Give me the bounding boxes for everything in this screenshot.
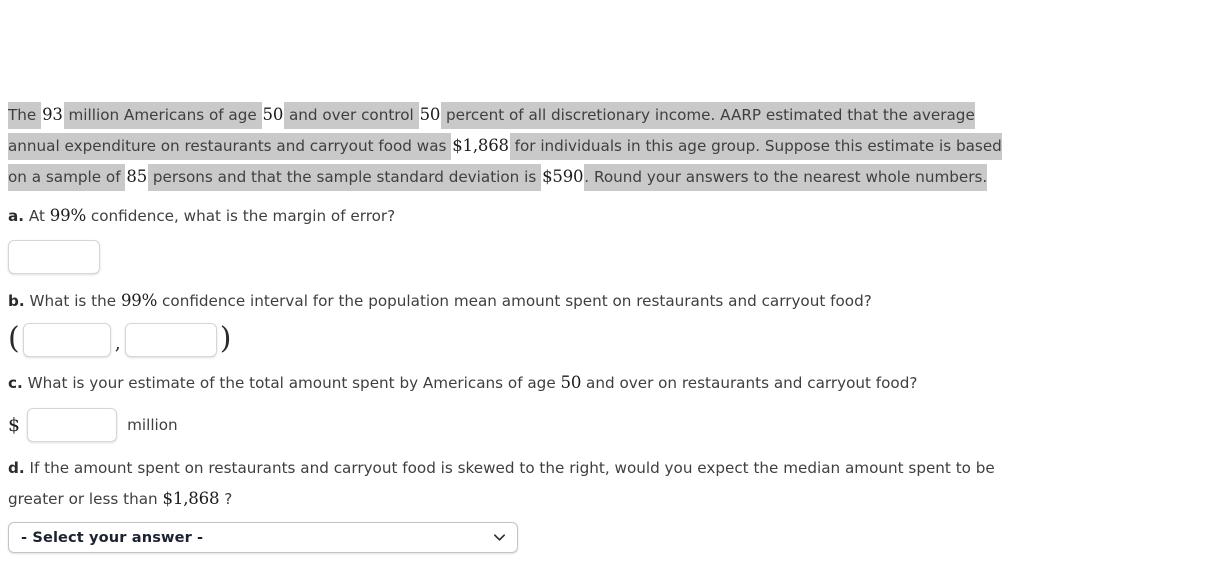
margin-of-error-input[interactable] <box>8 240 100 274</box>
question-c-text-after: and over on restaurants and carryout foo… <box>581 374 918 392</box>
problem-line-3-content: on a sample of 85 persons and that the s… <box>8 163 988 191</box>
question-b-confidence-level: 99% <box>120 291 158 310</box>
question-b-text-before: What is the <box>24 292 121 310</box>
question-c-prompt: c. What is your estimate of the total am… <box>8 372 917 394</box>
problem-value: 85 <box>125 163 149 191</box>
question-a-label: a. <box>8 207 25 225</box>
million-unit-label: million <box>127 416 178 434</box>
answer-select-label: - Select your answer - <box>21 529 204 546</box>
question-c-answer-row: $ million <box>8 408 178 442</box>
dollar-sign: $ <box>8 414 21 436</box>
problem-text: annual expenditure on restaurants and ca… <box>8 137 452 155</box>
problem-text: . Round your answers to the nearest whol… <box>584 168 988 186</box>
confidence-interval-upper-input[interactable] <box>124 323 217 357</box>
question-a-confidence-level: 99% <box>49 206 87 225</box>
problem-text: percent of all discretionary income. AAR… <box>441 106 975 124</box>
question-page: The 93 million Americans of age 50 and o… <box>0 0 1207 563</box>
problem-text: The <box>8 106 42 124</box>
question-d-text-line1: If the amount spent on restaurants and c… <box>24 459 995 477</box>
question-d-prompt-line2: greater or less than $1,868 ? <box>8 488 232 510</box>
problem-text: and over control <box>284 106 419 124</box>
question-c-age-value: 50 <box>560 373 582 392</box>
problem-value: $590 <box>541 163 585 191</box>
chevron-down-icon <box>492 530 507 545</box>
problem-text: million Americans of age <box>63 106 262 124</box>
problem-line: The 93 million Americans of age 50 and o… <box>8 99 1200 130</box>
question-a-text-after: confidence, what is the margin of error? <box>86 207 396 225</box>
question-d-answer-row: - Select your answer - <box>8 522 518 553</box>
question-b-prompt: b. What is the 99% confidence interval f… <box>8 290 872 312</box>
problem-text: persons and that the sample standard dev… <box>148 168 542 186</box>
question-a-prompt: a. At 99% confidence, what is the margin… <box>8 205 395 227</box>
answer-select-dropdown[interactable]: - Select your answer - <box>8 522 518 553</box>
problem-value: 50 <box>261 101 285 129</box>
question-d-label: d. <box>8 459 25 477</box>
problem-statement: The 93 million Americans of age 50 and o… <box>8 99 1200 192</box>
question-d-prompt-line1: d. If the amount spent on restaurants an… <box>8 457 995 479</box>
problem-text: for individuals in this age group. Suppo… <box>509 137 1002 155</box>
question-d-text-after: ? <box>219 490 233 508</box>
question-c-text-before: What is your estimate of the total amoun… <box>22 374 561 392</box>
open-paren: ( <box>8 321 20 356</box>
close-paren: ) <box>219 321 232 356</box>
question-c-label: c. <box>8 374 23 392</box>
problem-value: 93 <box>41 101 64 129</box>
question-d-amount-value: $1,868 <box>162 489 220 508</box>
problem-value: $1,868 <box>451 132 510 160</box>
confidence-interval-lower-input[interactable] <box>22 323 111 357</box>
problem-value: 50 <box>418 101 442 129</box>
question-a-text-before: At <box>24 207 50 225</box>
interval-comma: , <box>114 332 121 354</box>
problem-line: annual expenditure on restaurants and ca… <box>8 130 1200 161</box>
problem-line-2-content: annual expenditure on restaurants and ca… <box>8 132 1002 160</box>
question-a-answer-row <box>8 240 100 274</box>
problem-line: on a sample of 85 persons and that the s… <box>8 161 1200 192</box>
question-b-answer-row: ( , ) <box>8 323 231 357</box>
problem-line-1-content: The 93 million Americans of age 50 and o… <box>8 101 975 129</box>
question-b-label: b. <box>8 292 25 310</box>
question-d-text-before: greater or less than <box>8 490 163 508</box>
problem-text: on a sample of <box>8 168 126 186</box>
question-b-text-after: confidence interval for the population m… <box>157 292 872 310</box>
total-amount-input[interactable] <box>27 408 118 442</box>
